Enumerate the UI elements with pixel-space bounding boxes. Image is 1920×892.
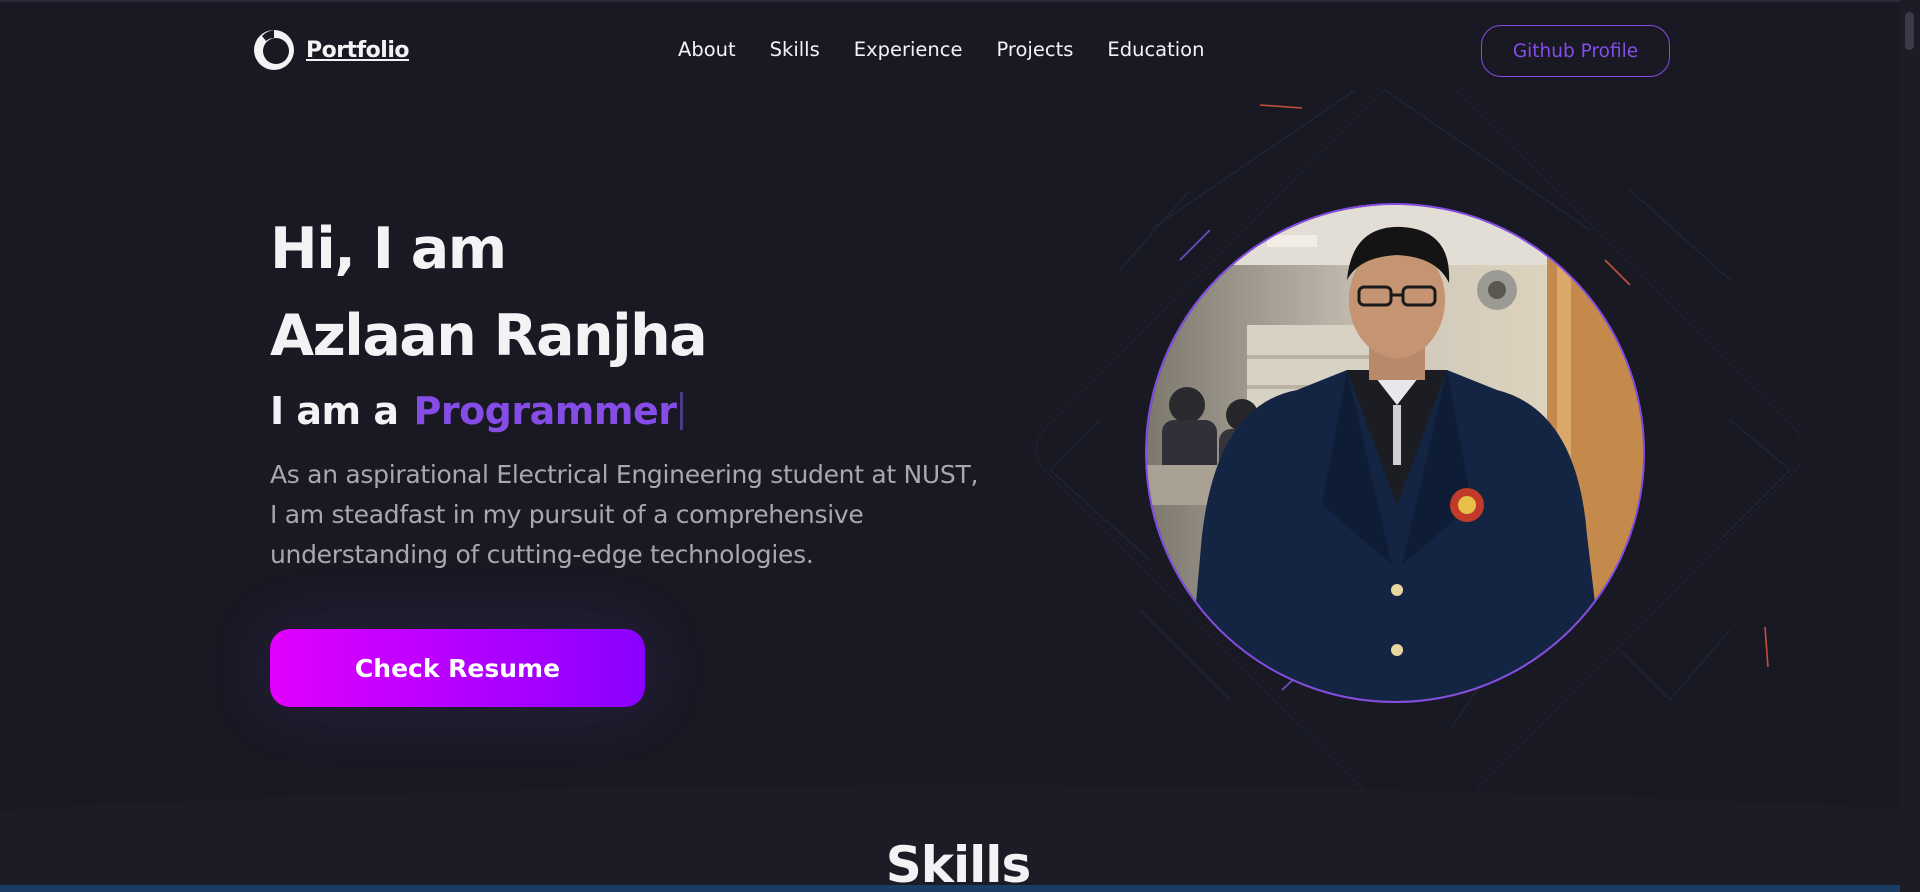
github-profile-button[interactable]: Github Profile: [1481, 25, 1670, 77]
check-resume-button[interactable]: Check Resume: [270, 629, 645, 707]
logo-link[interactable]: Portfolio: [252, 28, 410, 72]
portfolio-page: Portfolio About Skills Experience Projec…: [0, 0, 1920, 892]
role-prefix: I am a: [270, 389, 399, 433]
scrollbar-thumb[interactable]: [1905, 12, 1914, 50]
nav-link-experience[interactable]: Experience: [854, 38, 963, 61]
profile-photo-illustration: [1147, 205, 1643, 701]
hero-role-line: I am a Programmer: [270, 386, 684, 433]
logo-text: Portfolio: [306, 37, 410, 63]
taskbar-edge: [0, 885, 1920, 892]
hero-title: Hi, I am Azlaan Ranjha: [270, 206, 708, 380]
hero-greeting-line: Hi, I am: [270, 216, 507, 282]
nav-link-about[interactable]: About: [678, 38, 736, 61]
role-typewriter-text: Programmer: [413, 389, 677, 433]
hero-name: Azlaan Ranjha: [270, 303, 708, 369]
nav-link-projects[interactable]: Projects: [997, 38, 1074, 61]
circle-logo-icon: [254, 30, 294, 70]
skills-section-title: Skills: [885, 836, 1031, 892]
main-nav: About Skills Experience Projects Educati…: [678, 38, 1204, 61]
profile-photo: [1145, 203, 1645, 703]
page-scrollbar[interactable]: [1900, 0, 1920, 892]
hero-description: As an aspirational Electrical Engineerin…: [270, 460, 979, 569]
typing-cursor: [680, 392, 684, 430]
nav-link-skills[interactable]: Skills: [770, 38, 820, 61]
nav-link-education[interactable]: Education: [1107, 38, 1204, 61]
window-top-edge: [0, 0, 1920, 2]
